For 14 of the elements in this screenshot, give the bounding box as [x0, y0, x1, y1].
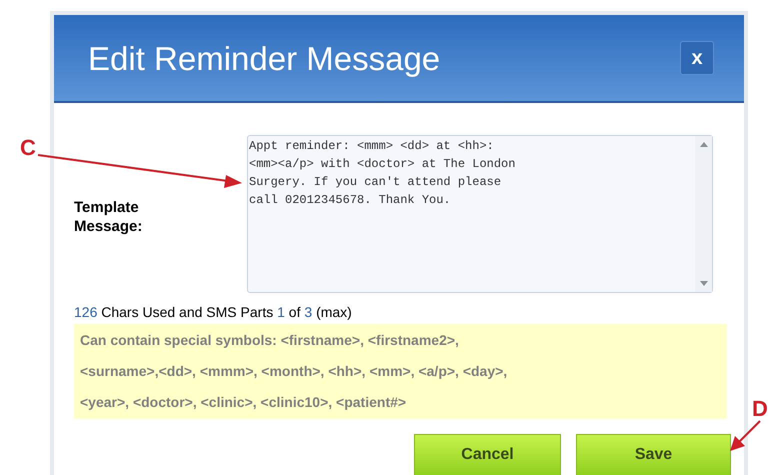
- scrollbar[interactable]: [695, 136, 712, 292]
- template-label: Template Message:: [74, 198, 144, 236]
- scroll-up-icon[interactable]: [700, 142, 708, 147]
- annotation-arrow: [730, 420, 761, 451]
- cancel-button[interactable]: Cancel: [414, 434, 561, 475]
- annotation-label: D: [752, 398, 768, 420]
- hint-text: Can contain special symbols: <firstname>, <firstname2>, <surname>,<dd>, <mmm>, <month>, <hh>, <mm>, <a/p>, <day>, <year>, <doctor>, <clinic>, <clinic10>, <patient#>: [74, 324, 727, 419]
- scroll-down-icon[interactable]: [700, 281, 708, 286]
- close-button[interactable]: x: [680, 41, 714, 75]
- char-count-text: 126 Chars Used and SMS Parts 1 of 3 (max): [74, 303, 353, 321]
- save-button[interactable]: Save: [576, 434, 731, 475]
- message-field[interactable]: Appt reminder: <mmm> <dd> at <hh>:<mm><a/p> with <doctor> at The London Surgery. If you can't attend please call 02012345678. Thank You.: [247, 135, 713, 293]
- dialog-title: Edit Reminder Message: [88, 42, 440, 74]
- annotation-label: C: [20, 137, 36, 159]
